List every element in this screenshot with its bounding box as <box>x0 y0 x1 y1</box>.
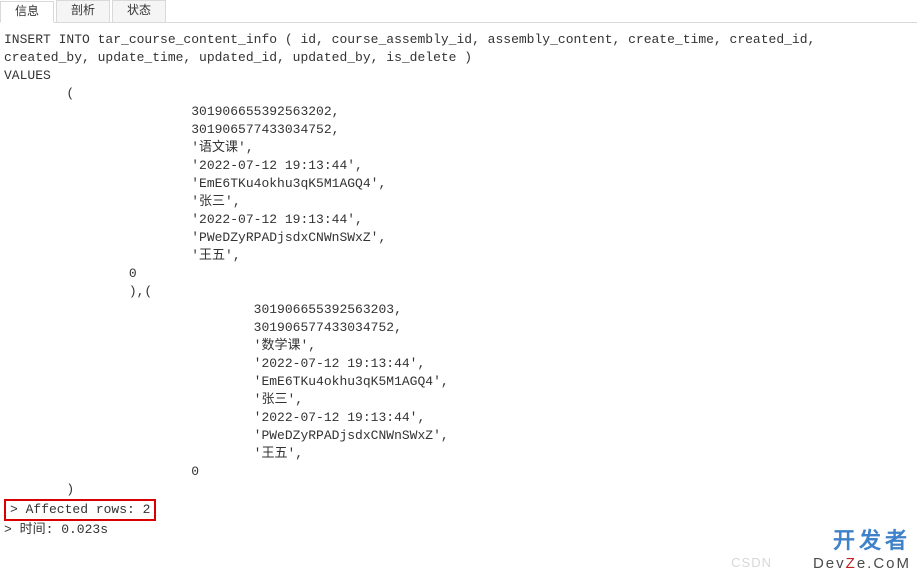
r1-updated-id: 'PWeDZyRPADjsdxCNWnSWxZ', <box>4 230 386 245</box>
row-separator: ),( <box>4 284 152 299</box>
tab-profile[interactable]: 剖析 <box>56 0 110 22</box>
r2-updated-by: '王五', <box>4 446 303 461</box>
r2-update-time: '2022-07-12 19:13:44', <box>4 410 425 425</box>
r1-is-delete: 0 <box>4 266 137 281</box>
r1-updated-by: '王五', <box>4 248 241 263</box>
r2-created-id: 'EmE6TKu4okhu3qK5M1AGQ4', <box>4 374 449 389</box>
r2-id: 301906655392563203, <box>4 302 402 317</box>
r1-assembly-content: '语文课', <box>4 140 254 155</box>
values-close: ) <box>4 482 74 497</box>
tab-info[interactable]: 信息 <box>0 1 54 23</box>
r2-assembly-content: '数学课', <box>4 338 316 353</box>
r1-update-time: '2022-07-12 19:13:44', <box>4 212 363 227</box>
r1-created-by: '张三', <box>4 194 241 209</box>
affected-rows: > Affected rows: 2 <box>4 499 156 521</box>
r1-create-time: '2022-07-12 19:13:44', <box>4 158 363 173</box>
r2-is-delete: 0 <box>4 464 199 479</box>
elapsed-time: > 时间: 0.023s <box>4 522 108 537</box>
r2-create-time: '2022-07-12 19:13:44', <box>4 356 425 371</box>
sql-header: INSERT INTO tar_course_content_info ( id… <box>4 32 815 101</box>
r1-created-id: 'EmE6TKu4okhu3qK5M1AGQ4', <box>4 176 386 191</box>
result-tabs: 信息 剖析 状态 <box>0 0 917 23</box>
tab-status[interactable]: 状态 <box>112 0 166 22</box>
r2-created-by: '张三', <box>4 392 303 407</box>
r1-course-assembly-id: 301906577433034752, <box>4 122 339 137</box>
r1-id: 301906655392563202, <box>4 104 339 119</box>
brand-watermark-en: DevZe.CoM <box>813 555 911 572</box>
csdn-watermark: CSDN <box>731 555 772 570</box>
r2-updated-id: 'PWeDZyRPADjsdxCNWnSWxZ', <box>4 428 449 443</box>
r2-course-assembly-id: 301906577433034752, <box>4 320 402 335</box>
sql-output: INSERT INTO tar_course_content_info ( id… <box>0 23 917 543</box>
